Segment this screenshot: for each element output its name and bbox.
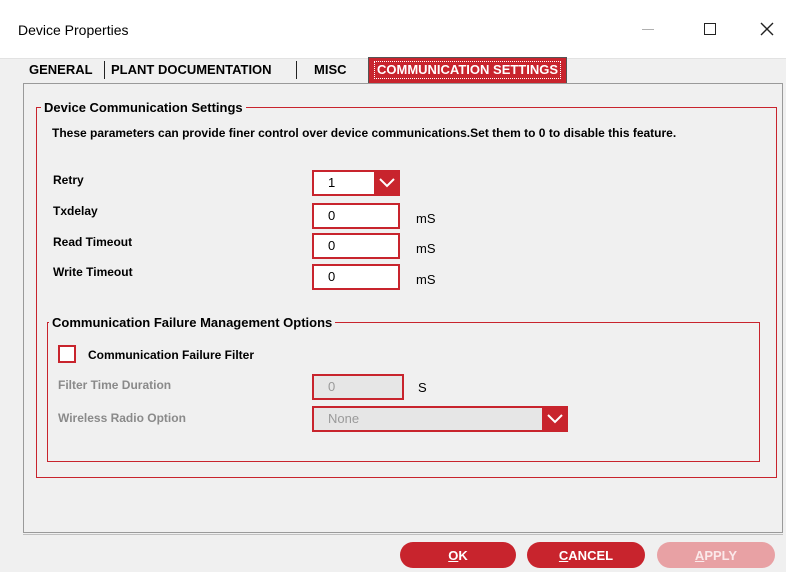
tab-label: COMMUNICATION SETTINGS — [374, 61, 562, 79]
tab-general[interactable]: GENERAL — [24, 58, 98, 81]
ok-label-rest: K — [458, 547, 468, 563]
communication-failure-filter-checkbox[interactable] — [58, 345, 76, 363]
read-timeout-input[interactable]: 0 — [312, 233, 400, 259]
close-icon — [760, 22, 774, 36]
minimize-button[interactable] — [625, 10, 671, 48]
filter-time-unit: S — [418, 380, 427, 395]
retry-dropdown[interactable]: 1 — [312, 170, 400, 196]
cancel-mnemonic: C — [558, 547, 569, 563]
wireless-radio-dropdown[interactable]: None — [312, 406, 568, 432]
write-timeout-label: Write Timeout — [53, 265, 133, 279]
maximize-icon — [704, 23, 716, 35]
wireless-radio-label: Wireless Radio Option — [58, 411, 186, 425]
tab-communication-settings[interactable]: COMMUNICATION SETTINGS — [368, 57, 568, 83]
tab-divider — [296, 61, 297, 79]
ok-button[interactable]: OK — [400, 542, 516, 568]
txdelay-unit: mS — [416, 211, 436, 226]
retry-label: Retry — [53, 173, 84, 187]
tab-plant-documentation[interactable]: PLANT DOCUMENTATION — [106, 58, 277, 81]
tab-misc[interactable]: MISC — [309, 58, 352, 81]
filter-time-input[interactable]: 0 — [312, 374, 404, 400]
failure-management-title: Communication Failure Management Options — [49, 315, 336, 330]
read-timeout-unit: mS — [416, 241, 436, 256]
close-button[interactable] — [744, 10, 786, 48]
txdelay-input[interactable]: 0 — [312, 203, 400, 229]
communication-failure-filter-label: Communication Failure Filter — [88, 348, 255, 362]
write-timeout-input[interactable]: 0 — [312, 264, 400, 290]
read-timeout-label: Read Timeout — [53, 235, 133, 249]
write-timeout-unit: mS — [416, 272, 436, 287]
filter-time-label: Filter Time Duration — [58, 378, 172, 392]
ok-mnemonic: O — [448, 547, 459, 563]
cancel-label-rest: ANCEL — [568, 547, 614, 563]
tab-divider — [104, 61, 105, 79]
wireless-radio-dropdown-button[interactable] — [542, 406, 568, 432]
chevron-down-icon — [379, 178, 395, 188]
description-text: These parameters can provide finer contr… — [52, 126, 677, 140]
txdelay-label: Txdelay — [53, 204, 98, 218]
cancel-button[interactable]: C ANCEL — [527, 542, 645, 568]
window-title: Device Properties — [18, 22, 129, 38]
retry-value: 1 — [328, 175, 336, 190]
minimize-icon — [642, 28, 654, 30]
apply-button[interactable]: A PPLY — [657, 542, 775, 568]
apply-mnemonic: A — [694, 547, 705, 563]
title-bar: Device Properties — [0, 0, 786, 59]
device-communication-title: Device Communication Settings — [41, 100, 246, 115]
retry-dropdown-button[interactable] — [374, 170, 400, 196]
footer-divider — [23, 534, 783, 535]
wireless-radio-value: None — [328, 411, 360, 426]
maximize-button[interactable] — [687, 10, 733, 48]
chevron-down-icon — [547, 414, 563, 424]
apply-label-rest: PPLY — [704, 547, 738, 563]
